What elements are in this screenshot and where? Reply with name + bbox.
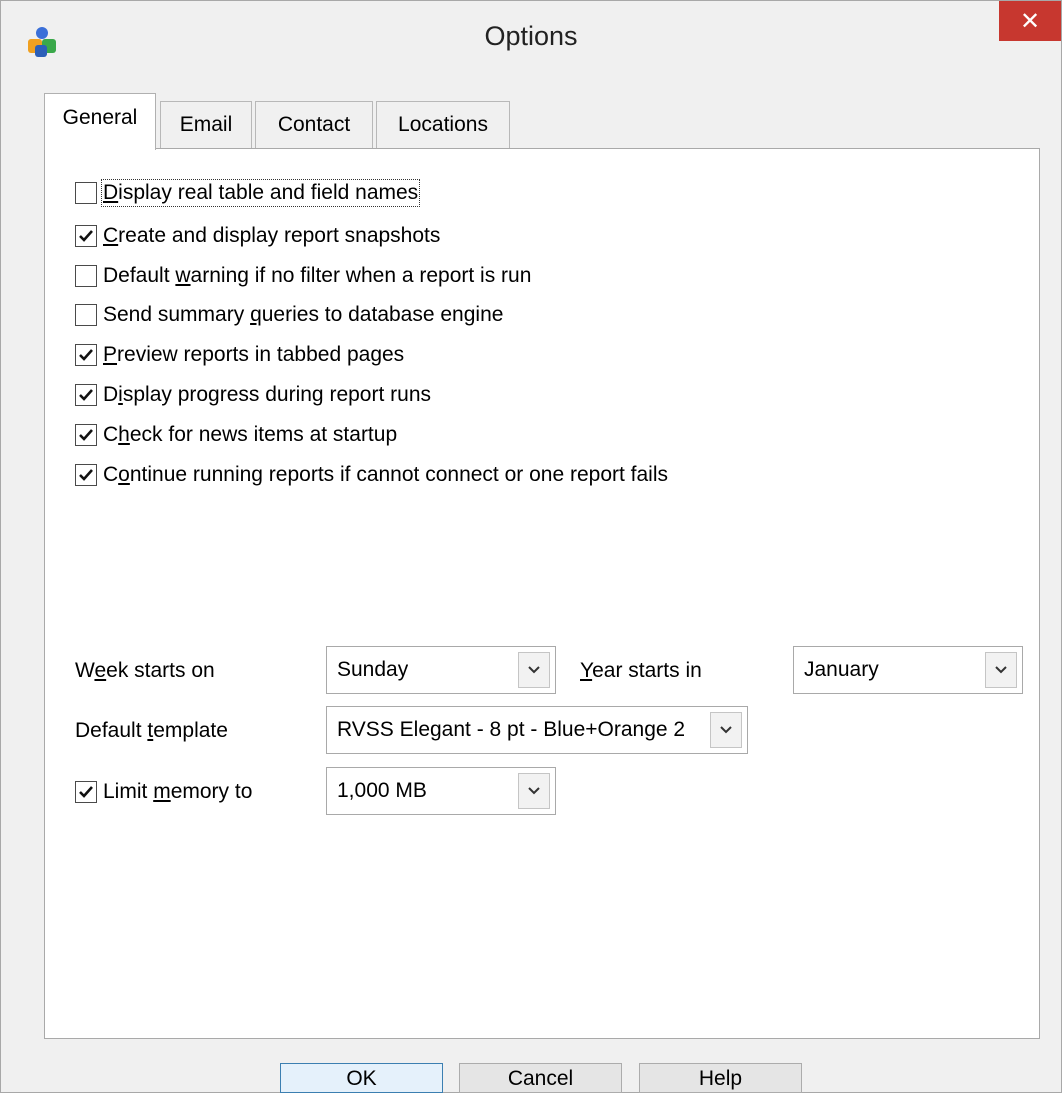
option-label: Create and display report snapshots: [103, 224, 441, 247]
checkbox[interactable]: [75, 424, 97, 446]
checkbox[interactable]: [75, 781, 97, 803]
limit-memory-label: Limit memory to: [103, 780, 253, 803]
option-label: Preview reports in tabbed pages: [103, 343, 405, 366]
option-label: Display progress during report runs: [103, 383, 431, 406]
tab-label: General: [62, 106, 138, 129]
option-label: Check for news items at startup: [103, 423, 398, 446]
tab-contact[interactable]: Contact: [255, 101, 373, 149]
cancel-button[interactable]: Cancel: [459, 1063, 622, 1093]
year-start-value: January: [804, 658, 879, 681]
tab-label: Email: [179, 113, 233, 136]
ok-button[interactable]: OK: [280, 1063, 443, 1093]
option-label: Display real table and field names: [100, 179, 421, 207]
tab-label: Locations: [398, 113, 488, 136]
checkbox[interactable]: [75, 265, 97, 287]
help-button[interactable]: Help: [639, 1063, 802, 1093]
checkbox[interactable]: [75, 304, 97, 326]
option-continue-running[interactable]: Continue running reports if cannot conne…: [75, 460, 668, 490]
option-report-snapshots[interactable]: Create and display report snapshots: [75, 221, 440, 251]
checkmark-icon: [79, 429, 93, 441]
year-start-select[interactable]: January: [793, 646, 1023, 694]
option-summary-queries[interactable]: Send summary queries to database engine: [75, 300, 503, 330]
close-button[interactable]: ✕: [999, 1, 1061, 41]
checkbox[interactable]: [75, 384, 97, 406]
option-label: Send summary queries to database engine: [103, 303, 504, 326]
option-check-news[interactable]: Check for news items at startup: [75, 420, 397, 450]
week-start-select[interactable]: Sunday: [326, 646, 556, 694]
default-template-label: Default template: [75, 719, 228, 742]
option-display-real-names[interactable]: Display real table and field names: [75, 178, 421, 208]
tab-label: Contact: [277, 113, 351, 136]
chevron-down-icon[interactable]: [985, 652, 1017, 688]
default-template-select[interactable]: RVSS Elegant - 8 pt - Blue+Orange 2: [326, 706, 748, 754]
checkbox[interactable]: [75, 344, 97, 366]
checkmark-icon: [79, 786, 93, 798]
option-default-warning[interactable]: Default warning if no filter when a repo…: [75, 261, 531, 291]
option-display-progress[interactable]: Display progress during report runs: [75, 380, 431, 410]
default-template-value: RVSS Elegant - 8 pt - Blue+Orange 2: [337, 718, 686, 741]
title-bar: Options ✕: [1, 1, 1061, 81]
option-label: Default warning if no filter when a repo…: [103, 264, 532, 287]
checkmark-icon: [79, 389, 93, 401]
week-starts-label: Week starts on: [75, 659, 215, 682]
options-dialog: Options ✕ General Email Contact Location…: [0, 0, 1062, 1093]
close-icon: ✕: [1019, 7, 1041, 35]
tab-email[interactable]: Email: [160, 101, 252, 149]
memory-limit-value: 1,000 MB: [337, 779, 427, 802]
year-starts-label: Year starts in: [580, 659, 702, 682]
checkbox[interactable]: [75, 225, 97, 247]
limit-memory-option[interactable]: Limit memory to: [75, 777, 252, 807]
checkmark-icon: [79, 349, 93, 361]
chevron-down-icon[interactable]: [710, 712, 742, 748]
checkmark-icon: [79, 469, 93, 481]
option-preview-tabbed[interactable]: Preview reports in tabbed pages: [75, 340, 404, 370]
chevron-down-icon[interactable]: [518, 652, 550, 688]
chevron-down-icon[interactable]: [518, 773, 550, 809]
tab-locations[interactable]: Locations: [376, 101, 510, 149]
option-label: Continue running reports if cannot conne…: [103, 463, 669, 486]
window-title: Options: [484, 21, 578, 51]
tab-general[interactable]: General: [44, 93, 156, 150]
checkbox[interactable]: [75, 464, 97, 486]
checkmark-icon: [79, 230, 93, 242]
memory-limit-select[interactable]: 1,000 MB: [326, 767, 556, 815]
week-start-value: Sunday: [337, 658, 409, 681]
checkbox[interactable]: [75, 182, 97, 204]
